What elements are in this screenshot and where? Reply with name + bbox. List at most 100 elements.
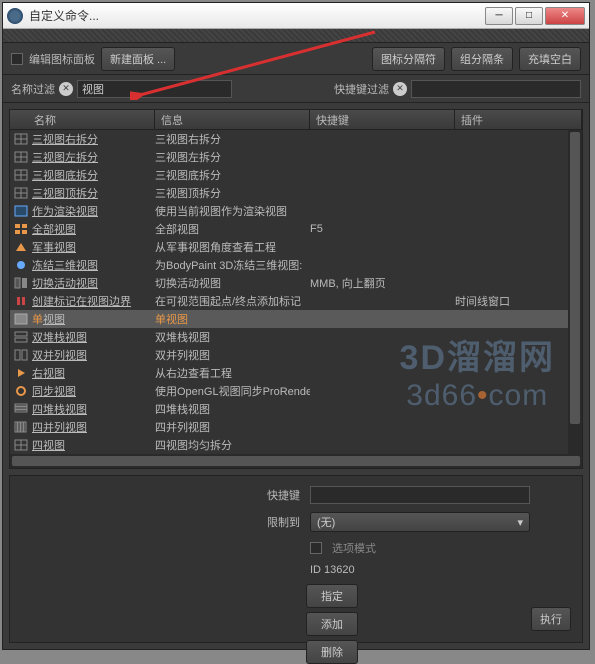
row-name: 三视图底拆分 xyxy=(32,167,98,183)
row-info: 切换活动视图 xyxy=(155,275,310,291)
row-name: 三视图顶拆分 xyxy=(32,185,98,201)
add-button[interactable]: 添加 xyxy=(306,612,358,636)
execute-button[interactable]: 执行 xyxy=(531,607,571,631)
row-plugin: 时间线窗口 xyxy=(455,293,582,309)
row-icon xyxy=(14,439,28,451)
row-icon xyxy=(14,259,28,271)
row-icon xyxy=(14,187,28,199)
row-name: 四堆栈视图 xyxy=(32,401,87,417)
toolbar: 编辑图标面板 新建面板 ... 图标分隔符 组分隔条 充填空白 xyxy=(3,43,589,75)
table-row[interactable]: 作为渲染视图 使用当前视图作为渲染视图 xyxy=(10,202,582,220)
table-row[interactable]: 创建标记在视图边界 在可视范围起点/终点添加标记 时间线窗口 xyxy=(10,292,582,310)
table-row[interactable]: 双并列视图 双并列视图 xyxy=(10,346,582,364)
row-icon xyxy=(14,151,28,163)
close-button[interactable]: ✕ xyxy=(545,7,585,25)
row-info: 从军事视图角度查看工程 xyxy=(155,239,310,255)
group-bar-button[interactable]: 组分隔条 xyxy=(451,47,513,71)
app-window: 自定义命令... ─ □ ✕ 编辑图标面板 新建面板 ... 图标分隔符 组分隔… xyxy=(2,2,590,650)
row-name: 同步视图 xyxy=(32,383,76,399)
shortcut-field-input[interactable] xyxy=(310,486,530,504)
table-row[interactable]: 双堆栈视图 双堆栈视图 xyxy=(10,328,582,346)
table-row[interactable]: 四堆栈视图四堆栈视图 xyxy=(10,400,582,418)
row-icon xyxy=(14,403,28,415)
row-name: 双并列视图 xyxy=(32,347,87,363)
row-name: 三视图左拆分 xyxy=(32,149,98,165)
row-info: 四视图均匀拆分 xyxy=(155,437,310,453)
window-buttons: ─ □ ✕ xyxy=(485,7,585,25)
row-shortcut: F5 xyxy=(310,223,455,235)
delete-button[interactable]: 删除 xyxy=(306,640,358,664)
table-row[interactable]: 四并列视图 四并列视图 xyxy=(10,418,582,436)
table-row[interactable]: 同步视图 使用OpenGL视图同步ProRende... xyxy=(10,382,582,400)
row-info: 全部视图 xyxy=(155,221,310,237)
row-info: 单视图 xyxy=(155,311,310,327)
clear-shortcut-filter-icon[interactable]: ✕ xyxy=(393,82,407,96)
edit-panel-checkbox[interactable] xyxy=(11,53,23,65)
row-info: 三视图右拆分 xyxy=(155,131,310,147)
row-name: 四并列视图 xyxy=(32,419,87,435)
fill-blank-button[interactable]: 充填空白 xyxy=(519,47,581,71)
row-name: 切换活动视图 xyxy=(32,275,98,291)
row-info: 使用OpenGL视图同步ProRende... xyxy=(155,383,310,399)
row-name: 双堆栈视图 xyxy=(32,329,87,345)
new-panel-button[interactable]: 新建面板 ... xyxy=(101,47,175,71)
row-name: 创建标记在视图边界 xyxy=(32,293,131,309)
row-info: 在可视范围起点/终点添加标记 xyxy=(155,293,310,309)
edit-panel-label: 编辑图标面板 xyxy=(29,51,95,67)
row-name: 单视图 xyxy=(32,311,65,327)
row-info: 使用当前视图作为渲染视图 xyxy=(155,203,310,219)
table-row[interactable]: 四视图四视图均匀拆分 xyxy=(10,436,582,454)
app-icon xyxy=(7,8,23,24)
assign-button[interactable]: 指定 xyxy=(306,584,358,608)
minimize-button[interactable]: ─ xyxy=(485,7,513,25)
filter-row: 名称过滤 ✕ 快捷键过滤 ✕ xyxy=(3,75,589,103)
row-icon xyxy=(14,277,28,289)
table-row[interactable]: 全部视图全部视图F5 xyxy=(10,220,582,238)
row-icon xyxy=(14,313,28,325)
table-row[interactable]: 右视图从右边查看工程 xyxy=(10,364,582,382)
table-row[interactable]: 三视图顶拆分 三视图顶拆分 xyxy=(10,184,582,202)
row-info: 双并列视图 xyxy=(155,347,310,363)
col-plugin[interactable]: 插件 xyxy=(455,110,582,129)
table-row[interactable]: 切换活动视图切换活动视图MMB, 向上翻页 xyxy=(10,274,582,292)
row-name: 右视图 xyxy=(32,365,65,381)
command-table: 名称 信息 快捷键 插件 三视图右拆分三视图右拆分三视图左拆分三视图左拆分三视图… xyxy=(9,109,583,469)
row-info: 为BodyPaint 3D冻结三维视图: xyxy=(155,257,310,273)
limit-dropdown[interactable]: (无) ▾ xyxy=(310,512,530,532)
row-icon xyxy=(14,295,28,307)
table-body[interactable]: 三视图右拆分三视图右拆分三视图左拆分三视图左拆分三视图底拆分三视图底拆分三视图顶… xyxy=(10,130,582,454)
row-info: 双堆栈视图 xyxy=(155,329,310,345)
row-icon xyxy=(14,331,28,343)
row-name: 冻结三维视图 xyxy=(32,257,98,273)
vertical-scrollbar[interactable] xyxy=(568,130,582,454)
horizontal-scrollbar[interactable] xyxy=(10,454,582,468)
table-row[interactable]: 冻结三维视图 为BodyPaint 3D冻结三维视图: xyxy=(10,256,582,274)
option-mode-checkbox[interactable] xyxy=(310,542,322,554)
name-filter-input[interactable] xyxy=(77,80,232,98)
table-row[interactable]: 三视图底拆分 三视图底拆分 xyxy=(10,166,582,184)
table-row[interactable]: 军事视图 从军事视图角度查看工程 xyxy=(10,238,582,256)
icon-separator-button[interactable]: 图标分隔符 xyxy=(372,47,445,71)
maximize-button[interactable]: □ xyxy=(515,7,543,25)
titlebar[interactable]: 自定义命令... ─ □ ✕ xyxy=(3,3,589,29)
clear-name-filter-icon[interactable]: ✕ xyxy=(59,82,73,96)
col-shortcut[interactable]: 快捷键 xyxy=(310,110,455,129)
table-row[interactable]: 三视图右拆分三视图右拆分 xyxy=(10,130,582,148)
row-name: 军事视图 xyxy=(32,239,76,255)
row-icon xyxy=(14,385,28,397)
shortcut-filter-label: 快捷键过滤 xyxy=(334,81,389,97)
grip-bar[interactable] xyxy=(3,29,589,43)
table-row[interactable]: 单视图 单视图 xyxy=(10,310,582,328)
col-name[interactable]: 名称 xyxy=(10,110,155,129)
shortcut-filter-input[interactable] xyxy=(411,80,581,98)
row-info: 三视图顶拆分 xyxy=(155,185,310,201)
row-info: 三视图底拆分 xyxy=(155,167,310,183)
row-info: 四并列视图 xyxy=(155,419,310,435)
col-info[interactable]: 信息 xyxy=(155,110,310,129)
row-icon xyxy=(14,169,28,181)
row-icon xyxy=(14,367,28,379)
table-row[interactable]: 三视图左拆分三视图左拆分 xyxy=(10,148,582,166)
details-panel: 快捷键 限制到 (无) ▾ 选项模式 ID 13620 指定 添加 xyxy=(9,475,583,643)
row-name: 作为渲染视图 xyxy=(32,203,98,219)
option-mode-label: 选项模式 xyxy=(332,540,376,556)
